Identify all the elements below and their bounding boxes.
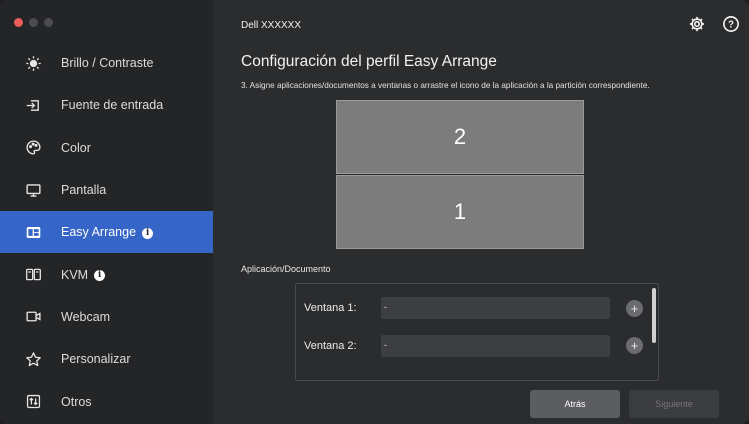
- sidebar-item-label-text: Easy Arrange: [61, 225, 137, 240]
- window-label: Ventana 1:: [304, 302, 357, 314]
- info-icon[interactable]: i: [94, 269, 106, 281]
- window-label: Ventana 2:: [304, 340, 357, 352]
- next-button[interactable]: Siguiente: [629, 390, 719, 418]
- star-icon: [24, 350, 42, 368]
- section-label: Aplicación/Documento: [241, 264, 331, 274]
- brightness-icon: [24, 54, 42, 72]
- sidebar-item-webcam[interactable]: Webcam: [0, 296, 213, 338]
- sidebar-item-label: Brillo / Contraste: [61, 56, 154, 71]
- partition-2[interactable]: 2: [336, 100, 584, 174]
- add-app-window-1-button[interactable]: +: [626, 300, 643, 317]
- sidebar-item-label: Personalizar: [61, 352, 131, 367]
- palette-icon: [24, 139, 42, 157]
- app-window: Brillo / Contraste Fuente de entrada Col…: [0, 0, 749, 424]
- gear-icon[interactable]: [688, 15, 706, 33]
- sidebar-item-input-source[interactable]: Fuente de entrada: [0, 84, 213, 126]
- sidebar-item-others[interactable]: Otros: [0, 380, 213, 422]
- scrollbar-thumb[interactable]: [652, 288, 656, 343]
- kvm-icon: [24, 266, 42, 284]
- window-assignment-list: Ventana 1: - + Ventana 2: - +: [295, 283, 659, 381]
- partition-number: 2: [453, 124, 467, 149]
- window-title: Dell XXXXXX: [241, 20, 302, 31]
- sidebar-item-personalize[interactable]: Personalizar: [0, 338, 213, 380]
- back-button[interactable]: Atrás: [530, 390, 620, 418]
- sidebar-item-label: Color: [61, 140, 91, 155]
- zoom-window-button[interactable]: [44, 18, 53, 27]
- sidebar-item-kvm[interactable]: KVM i: [0, 253, 213, 295]
- sidebar-item-label: Easy Arrange i: [61, 225, 154, 240]
- info-icon[interactable]: i: [142, 227, 154, 239]
- sidebar-item-label: KVM i: [61, 267, 106, 282]
- close-window-button[interactable]: [14, 18, 23, 27]
- sidebar-item-easy-arrange[interactable]: Easy Arrange i: [0, 211, 213, 254]
- sidebar-item-label: Pantalla: [61, 183, 107, 198]
- minimize-window-button[interactable]: [29, 18, 38, 27]
- sidebar-item-brightness-contrast[interactable]: Brillo / Contraste: [0, 42, 213, 84]
- others-icon: [24, 393, 42, 411]
- instruction-text: 3. Asigne aplicaciones/documentos a vent…: [241, 81, 650, 90]
- help-icon[interactable]: ?: [722, 15, 740, 33]
- monitor-icon: [24, 181, 42, 199]
- sidebar-item-display[interactable]: Pantalla: [0, 169, 213, 211]
- window-2-field[interactable]: -: [381, 335, 610, 357]
- webcam-icon: [24, 308, 42, 326]
- add-app-window-2-button[interactable]: +: [626, 337, 643, 354]
- easy-arrange-icon: [24, 223, 42, 241]
- window-row: Ventana 1: -: [304, 297, 610, 319]
- sidebar-item-label-text: KVM: [61, 267, 89, 282]
- sidebar: Brillo / Contraste Fuente de entrada Col…: [0, 0, 213, 424]
- window-controls: [14, 18, 53, 27]
- page-title: Configuración del perfil Easy Arrange: [241, 53, 497, 70]
- sidebar-item-label: Webcam: [61, 309, 111, 324]
- partition-1[interactable]: 1: [336, 175, 584, 249]
- layout-preview: 2 1: [336, 100, 584, 249]
- input-source-icon: [24, 96, 42, 114]
- sidebar-item-color[interactable]: Color: [0, 127, 213, 169]
- sidebar-item-label: Fuente de entrada: [61, 98, 164, 113]
- partition-number: 1: [453, 199, 467, 224]
- help-glyph: ?: [728, 19, 734, 30]
- window-row: Ventana 2: -: [304, 335, 610, 357]
- sidebar-nav: Brillo / Contraste Fuente de entrada Col…: [0, 42, 213, 423]
- sidebar-item-label: Otros: [61, 394, 92, 409]
- window-1-field[interactable]: -: [381, 297, 610, 319]
